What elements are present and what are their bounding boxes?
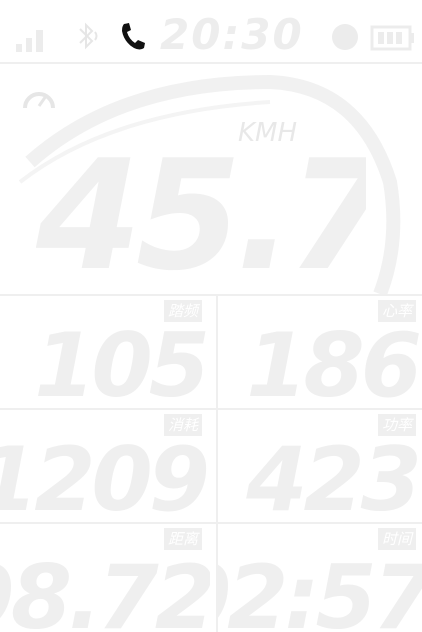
cadence-cell: 踏频 105	[0, 296, 210, 410]
status-bar: 20:30	[0, 0, 422, 62]
battery-icon	[370, 25, 414, 51]
clock-display: 20:30	[160, 10, 304, 59]
distance-value: 98.72	[0, 546, 210, 632]
cadence-value: 105	[34, 314, 210, 411]
time-cell: 时间 02:57	[218, 524, 422, 632]
heart-rate-value: 186	[246, 314, 422, 411]
calories-cell: 消耗 1209	[0, 410, 210, 524]
bluetooth-icon	[79, 22, 98, 50]
distance-cell: 距离 98.72	[0, 524, 210, 632]
speedometer-icon	[23, 92, 55, 109]
phone-icon	[122, 23, 145, 50]
dot-icon	[332, 24, 358, 50]
speed-value: 45.7	[36, 136, 366, 296]
power-value: 423	[246, 428, 422, 525]
calories-value: 1209	[0, 428, 210, 525]
signal-icon	[16, 30, 43, 52]
time-value: 02:57	[218, 546, 422, 632]
power-cell: 功率 423	[218, 410, 422, 524]
heart-rate-cell: 心率 186	[218, 296, 422, 410]
